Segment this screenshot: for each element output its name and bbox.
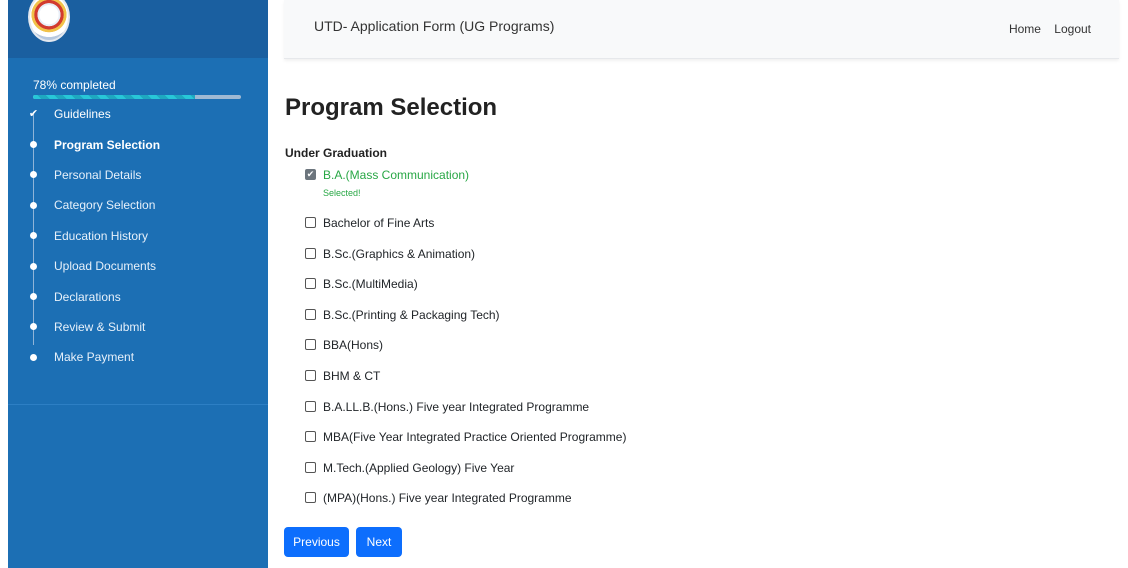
step-label: Category Selection	[54, 198, 156, 213]
page-title: Program Selection	[285, 94, 498, 121]
dot-icon	[30, 323, 37, 331]
program-option[interactable]: MBA(Five Year Integrated Practice Orient…	[305, 430, 626, 461]
program-label: BBA(Hons)	[323, 338, 384, 353]
program-option[interactable]: BBA(Hons)	[305, 338, 626, 369]
step-upload-documents[interactable]: Upload Documents	[28, 251, 268, 281]
program-label: Bachelor of Fine Arts	[323, 216, 435, 230]
top-header: UTD- Application Form (UG Programs) Home…	[284, 0, 1119, 59]
dot-icon	[30, 293, 37, 301]
selected-feedback: Selected!	[323, 188, 361, 198]
step-label: Upload Documents	[54, 259, 157, 274]
step-label: Guidelines	[54, 107, 111, 122]
checkbox[interactable]	[305, 278, 316, 290]
program-option[interactable]: Bachelor of Fine Arts	[305, 216, 626, 247]
home-link[interactable]: Home	[1009, 22, 1041, 36]
program-option[interactable]: ✔ B.A.(Mass Communication) Selected!	[305, 168, 626, 216]
step-label: Education History	[54, 228, 149, 243]
step-education-history[interactable]: Education History	[28, 221, 268, 251]
checkbox-checked[interactable]: ✔	[305, 169, 316, 180]
header-nav: Home Logout	[999, 22, 1091, 36]
checkbox[interactable]	[305, 431, 316, 443]
step-label: Program Selection	[54, 137, 161, 152]
sidebar: 78% completed ✔ Guidelines Program Selec…	[8, 0, 268, 568]
dot-icon	[30, 353, 37, 361]
progress-text: 78% completed	[33, 78, 116, 92]
program-label: B.Sc.(Printing & Packaging Tech)	[323, 307, 500, 322]
dot-icon	[30, 232, 37, 240]
step-review-submit[interactable]: Review & Submit	[28, 312, 268, 342]
step-category-selection[interactable]: Category Selection	[28, 190, 268, 220]
checkbox[interactable]	[305, 369, 316, 381]
step-personal-details[interactable]: Personal Details	[28, 160, 268, 190]
step-program-selection[interactable]: Program Selection	[28, 129, 268, 159]
step-label: Declarations	[54, 289, 121, 304]
checkbox[interactable]	[305, 461, 316, 473]
progress-section: 78% completed	[33, 78, 243, 99]
section-title: Under Graduation	[285, 146, 388, 160]
program-label: B.Sc.(MultiMedia)	[323, 277, 418, 292]
program-option[interactable]: BHM & CT	[305, 369, 626, 400]
dot-icon	[30, 171, 37, 179]
dot-icon	[30, 141, 37, 149]
program-label: M.Tech.(Applied Geology) Five Year	[323, 460, 515, 475]
program-option[interactable]: B.Sc.(MultiMedia)	[305, 277, 626, 308]
program-option[interactable]: B.Sc.(Graphics & Animation)	[305, 247, 626, 278]
program-option[interactable]: B.A.LL.B.(Hons.) Five year Integrated Pr…	[305, 400, 626, 431]
checkbox[interactable]	[305, 308, 316, 320]
step-declarations[interactable]: Declarations	[28, 281, 268, 311]
form-title: UTD- Application Form (UG Programs)	[314, 18, 555, 34]
checkbox[interactable]	[305, 400, 316, 412]
dot-icon	[30, 262, 37, 270]
program-label: B.A.LL.B.(Hons.) Five year Integrated Pr…	[323, 399, 590, 414]
program-option[interactable]: B.Sc.(Printing & Packaging Tech)	[305, 308, 626, 339]
step-make-payment[interactable]: Make Payment	[28, 342, 268, 372]
dot-icon	[30, 201, 37, 209]
next-button[interactable]: Next	[356, 527, 402, 557]
program-label: MBA(Five Year Integrated Practice Orient…	[323, 430, 627, 445]
checkbox[interactable]	[305, 339, 316, 351]
step-label: Review & Submit	[54, 319, 146, 334]
step-list: ✔ Guidelines Program Selection Personal …	[28, 99, 268, 373]
program-label: B.Sc.(Graphics & Animation)	[323, 246, 476, 261]
check-icon: ✔	[28, 107, 39, 120]
sidebar-divider	[8, 404, 268, 405]
step-guidelines[interactable]: ✔ Guidelines	[28, 99, 268, 129]
step-label: Personal Details	[54, 167, 142, 182]
program-label: (MPA)(Hons.) Five year Integrated Progra…	[323, 491, 572, 506]
checkbox[interactable]	[305, 492, 316, 504]
logout-link[interactable]: Logout	[1054, 22, 1091, 36]
step-label: Make Payment	[54, 350, 135, 365]
program-option[interactable]: M.Tech.(Applied Geology) Five Year	[305, 461, 626, 492]
program-label: B.A.(Mass Communication)	[323, 168, 470, 182]
program-label: BHM & CT	[323, 368, 381, 383]
checkbox[interactable]	[305, 217, 316, 228]
checkbox[interactable]	[305, 247, 316, 259]
logo-band	[8, 0, 268, 58]
previous-button[interactable]: Previous	[284, 527, 349, 557]
program-options: ✔ B.A.(Mass Communication) Selected! Bac…	[305, 168, 626, 522]
program-option[interactable]: (MPA)(Hons.) Five year Integrated Progra…	[305, 491, 626, 522]
university-seal-icon[interactable]	[28, 0, 70, 42]
